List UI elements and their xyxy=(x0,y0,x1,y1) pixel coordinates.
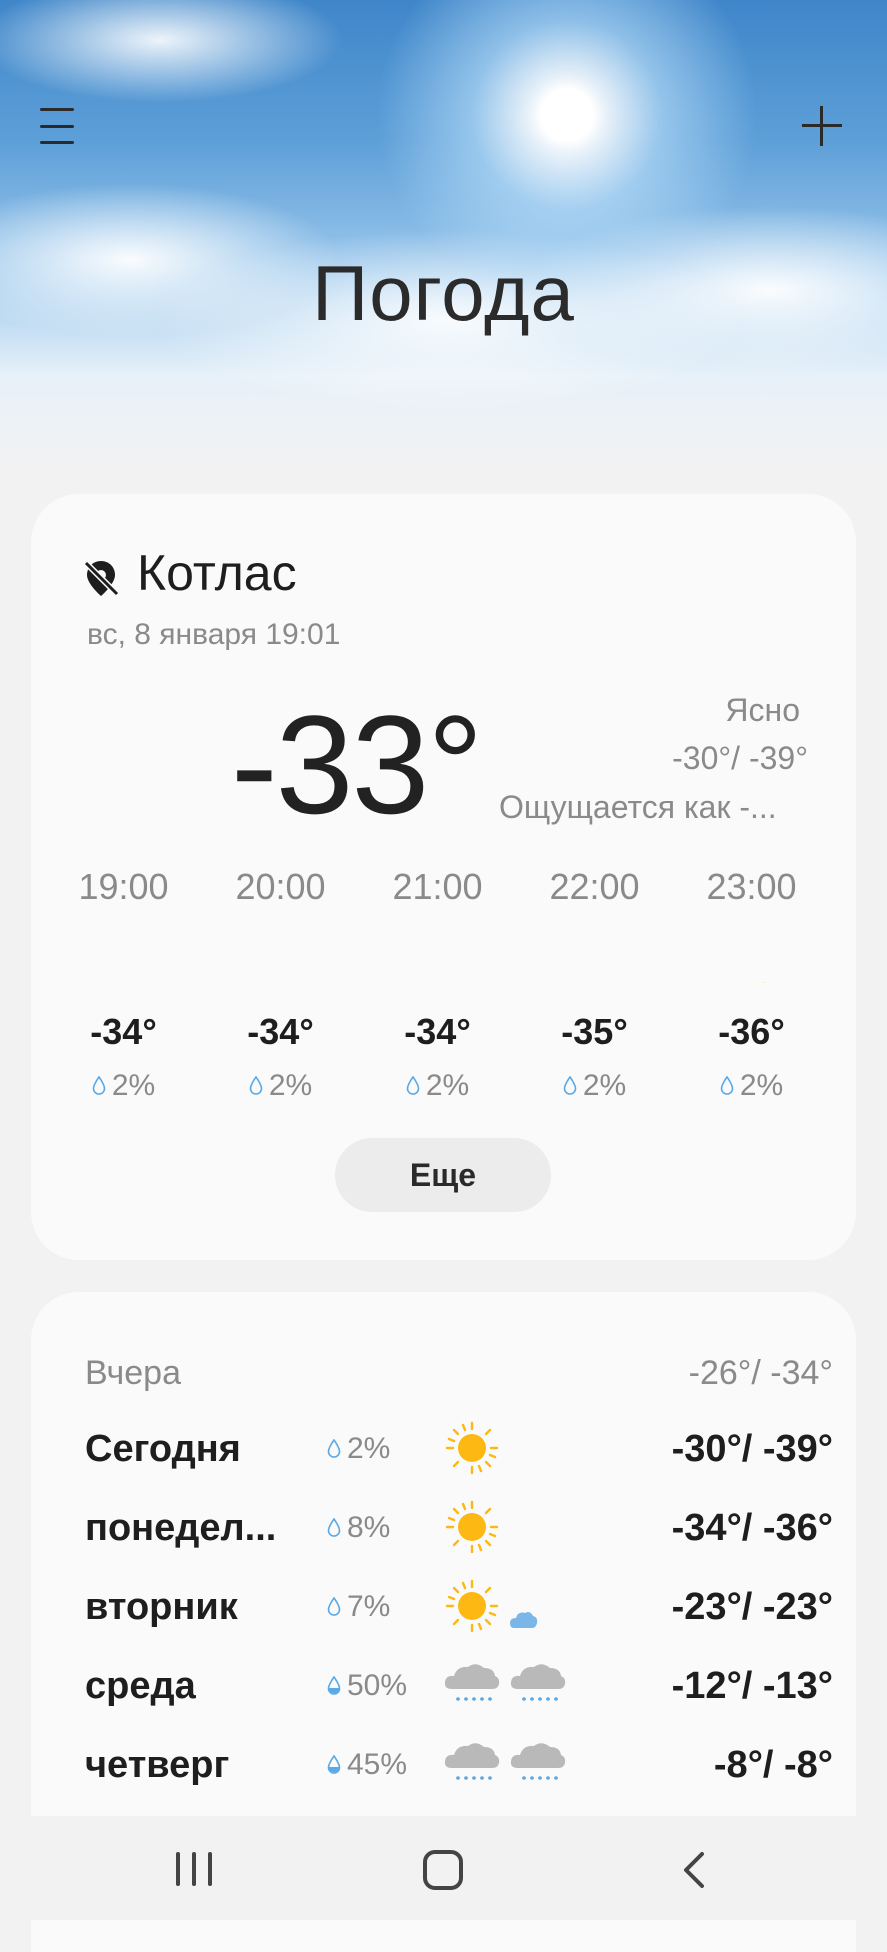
hour-temp: -34° xyxy=(404,1011,471,1052)
hour-time: 21:00 xyxy=(392,866,483,907)
snow-cloud-icon xyxy=(442,1736,502,1792)
hourly-forecast[interactable]: 19:00 -34° 2% 20:00 -34° 2% 21:00 -34° 2… xyxy=(45,866,830,1103)
day-range: -8°/ -8° xyxy=(713,1744,833,1786)
moon-cloud-icon xyxy=(508,1578,568,1634)
current-datetime: вс, 8 января 19:01 xyxy=(87,618,341,651)
hourly-item: 20:00 -34° 2% xyxy=(202,866,359,1103)
hamburger-menu-icon[interactable] xyxy=(40,108,80,144)
drop-half-icon xyxy=(327,1755,341,1775)
hour-precip: 2% xyxy=(582,1069,627,1102)
day-precip: 45% xyxy=(347,1748,408,1781)
home-icon[interactable] xyxy=(423,1850,463,1890)
drop-icon xyxy=(406,1076,420,1096)
daily-row[interactable]: вторник 7% -23°/ -23° xyxy=(85,1574,833,1644)
hour-time: 20:00 xyxy=(235,866,326,907)
drop-icon xyxy=(249,1076,263,1096)
yesterday-range: -26°/ -34° xyxy=(688,1354,833,1392)
sky-background xyxy=(0,0,887,470)
daily-row[interactable]: среда 50% -12°/ -13° xyxy=(85,1653,833,1723)
hour-precip: 2% xyxy=(739,1069,784,1102)
day-name: среда xyxy=(85,1665,196,1707)
current-weather-card[interactable]: Котлас вс, 8 января 19:01 -33° Ясно -30°… xyxy=(31,494,856,1260)
back-icon[interactable] xyxy=(676,1850,716,1890)
yesterday-label: Вчера xyxy=(85,1354,181,1392)
drop-icon xyxy=(327,1597,341,1617)
drop-icon xyxy=(720,1076,734,1096)
hour-precip: 2% xyxy=(425,1069,470,1102)
location-off-icon xyxy=(83,560,120,597)
day-range: -12°/ -13° xyxy=(671,1665,833,1707)
day-name: вторник xyxy=(85,1586,238,1628)
moon-icon xyxy=(508,1420,568,1476)
drop-half-icon xyxy=(327,1676,341,1696)
add-location-button[interactable] xyxy=(800,104,844,148)
more-button[interactable]: Еще xyxy=(335,1138,551,1212)
hour-time: 23:00 xyxy=(706,866,797,907)
hour-temp: -36° xyxy=(718,1011,785,1052)
hour-precip: 2% xyxy=(268,1069,313,1102)
moon-icon xyxy=(564,936,626,992)
day-precip: 2% xyxy=(347,1432,391,1465)
hour-time: 22:00 xyxy=(549,866,640,907)
moon-icon xyxy=(250,936,312,992)
current-hi-lo: -30°/ -39° xyxy=(672,740,808,776)
hour-temp: -35° xyxy=(561,1011,628,1052)
day-precip: 7% xyxy=(347,1590,391,1623)
sun-icon xyxy=(442,1578,502,1634)
daily-row[interactable]: понедел... 8% -34°/ -36° xyxy=(85,1495,833,1565)
day-name: понедел... xyxy=(85,1507,277,1549)
hourly-item: 19:00 -34° 2% xyxy=(45,866,202,1103)
feels-like: Ощущается как -... xyxy=(499,789,777,825)
hourly-item: 22:00 -35° 2% xyxy=(516,866,673,1103)
snow-cloud-icon xyxy=(508,1736,568,1792)
moon-icon xyxy=(91,702,221,812)
moon-icon xyxy=(407,936,469,992)
day-range: -34°/ -36° xyxy=(671,1507,833,1549)
city-name: Котлас xyxy=(137,545,297,601)
day-name: Сегодня xyxy=(85,1428,241,1470)
hourly-item: 23:00 -36° 2% xyxy=(673,866,830,1103)
day-range: -30°/ -39° xyxy=(671,1428,833,1470)
sun-icon xyxy=(442,1420,502,1476)
sun-icon xyxy=(442,1499,502,1555)
drop-icon xyxy=(563,1076,577,1096)
moon-icon xyxy=(93,936,155,992)
hour-temp: -34° xyxy=(247,1011,314,1052)
daily-row[interactable]: Сегодня 2% -30°/ -39° xyxy=(85,1416,833,1486)
current-condition: Ясно xyxy=(725,692,800,728)
snow-cloud-icon xyxy=(508,1657,568,1713)
navigation-bar xyxy=(0,1816,887,1920)
day-range: -23°/ -23° xyxy=(671,1586,833,1628)
page-title: Погода xyxy=(312,249,575,337)
drop-icon xyxy=(327,1518,341,1538)
day-precip: 8% xyxy=(347,1511,391,1544)
snow-cloud-icon xyxy=(442,1657,502,1713)
day-precip: 50% xyxy=(347,1669,408,1702)
moon-icon xyxy=(508,1499,568,1555)
hour-time: 19:00 xyxy=(78,866,169,907)
recent-apps-icon[interactable] xyxy=(176,1852,212,1886)
hour-temp: -34° xyxy=(90,1011,157,1052)
current-temperature: -33° xyxy=(231,686,483,843)
yesterday-row: Вчера -26°/ -34° xyxy=(85,1338,833,1408)
drop-icon xyxy=(327,1439,341,1459)
drop-icon xyxy=(92,1076,106,1096)
hour-precip: 2% xyxy=(111,1069,156,1102)
hourly-item: 21:00 -34° 2% xyxy=(359,866,516,1103)
daily-row[interactable]: четверг 45% -8°/ -8° xyxy=(85,1732,833,1802)
moon-icon xyxy=(721,936,783,992)
day-name: четверг xyxy=(85,1744,230,1786)
